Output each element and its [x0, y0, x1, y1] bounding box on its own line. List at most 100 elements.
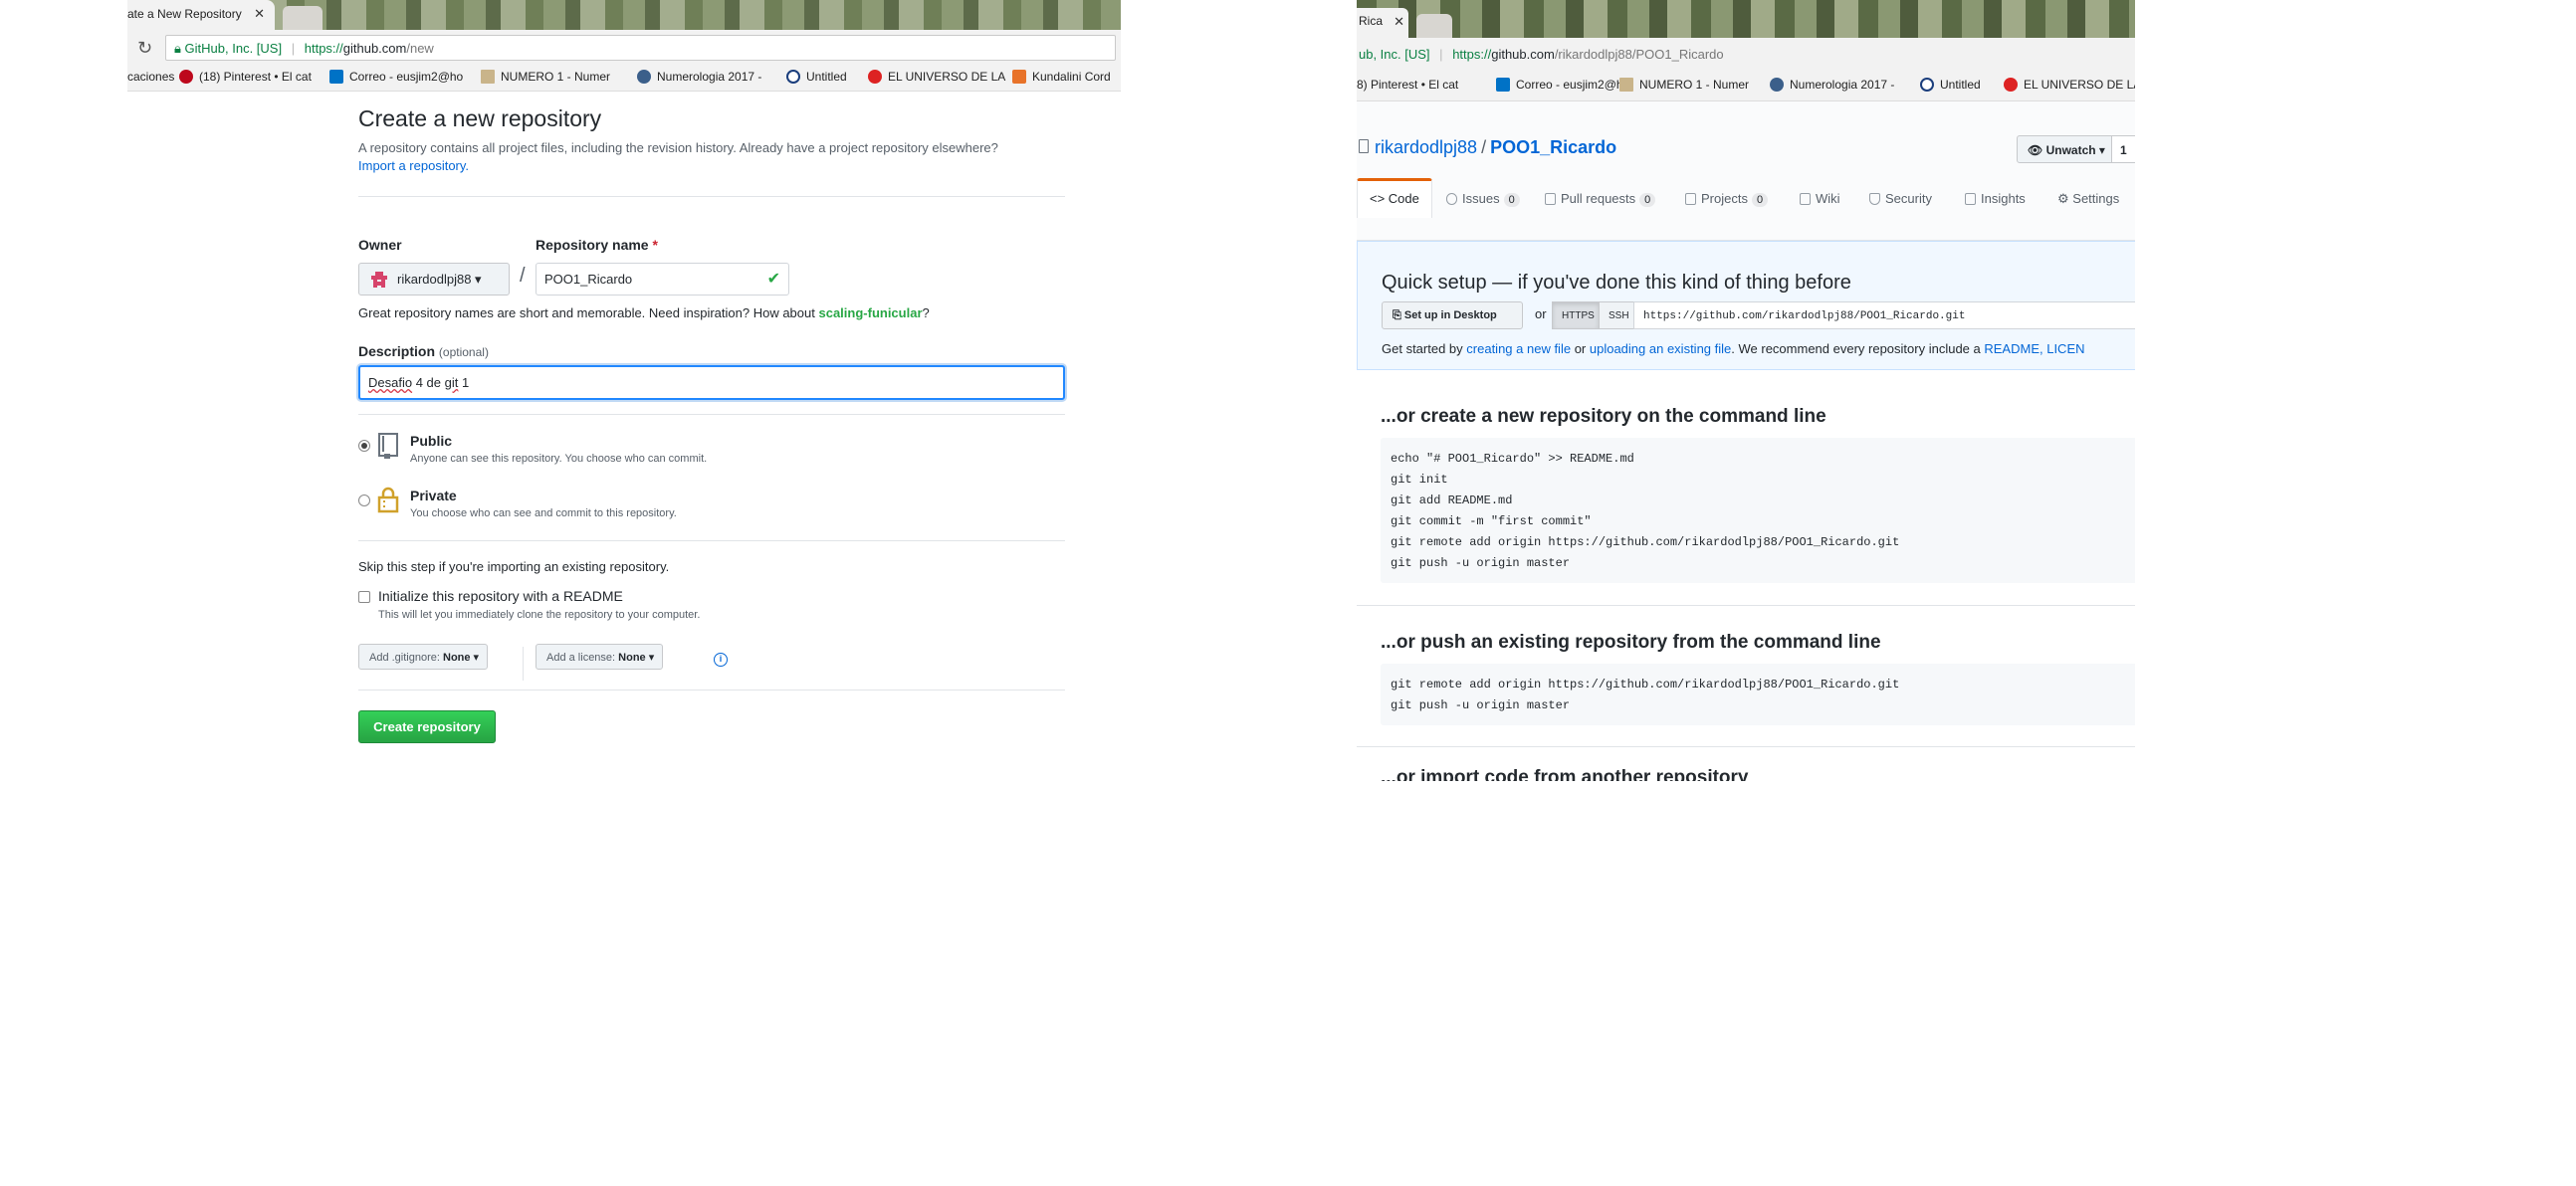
divider: [358, 196, 1065, 197]
description-input[interactable]: Desafio 4 de git 1: [358, 365, 1065, 400]
bookmark-icon: [1012, 70, 1026, 84]
watch-count[interactable]: 1: [2111, 135, 2135, 163]
bookmark-item[interactable]: Correo - eusjim2@ho: [1496, 78, 1629, 92]
repo-owner-link[interactable]: rikardodlpj88: [1375, 137, 1477, 157]
bookmark-item[interactable]: NUMERO 1 - Numer: [481, 70, 610, 84]
bookmarks-bar: 8) Pinterest • El cat Correo - eusjim2@h…: [1357, 70, 2135, 101]
repo-title: rikardodlpj88/POO1_Ricardo: [1375, 137, 1617, 157]
tab-strip: Rica ✕: [1357, 0, 2135, 38]
url-input[interactable]: 🔒︎ GitHub, Inc. [US] | https://github.co…: [165, 35, 1116, 61]
tab-strip: ate a New Repository ✕: [127, 0, 1121, 30]
setup-desktop-button[interactable]: ⎘ Set up in Desktop: [1382, 301, 1523, 329]
bookmark-item[interactable]: Untitled: [786, 70, 847, 84]
quick-setup-title: Quick setup — if you've done this kind o…: [1382, 272, 1851, 294]
get-started-text: Get started by creating a new file or up…: [1382, 341, 2085, 356]
tab-issues[interactable]: Issues 0: [1446, 178, 1520, 216]
close-icon[interactable]: ✕: [1394, 14, 1404, 30]
private-title: Private: [410, 488, 457, 503]
repo-header: rikardodlpj88/POO1_Ricardo 👁︎ Unwatch ▾ …: [1357, 101, 2135, 241]
init-readme-label[interactable]: Initialize this repository with a README: [378, 588, 623, 604]
private-note: You choose who can see and commit to thi…: [410, 507, 677, 519]
tab-wiki[interactable]: Wiki: [1800, 178, 1840, 216]
bookmark-item[interactable]: (18) Pinterest • El cat: [179, 70, 312, 84]
or-text: or: [1535, 306, 1547, 321]
avatar: [371, 272, 387, 288]
bookmark-item[interactable]: EL UNIVERSO DE LA: [868, 70, 1005, 84]
address-bar[interactable]: ub, Inc. [US] | https://github.com/rikar…: [1357, 38, 2135, 70]
owner-value: rikardodlpj88 ▾: [397, 272, 482, 287]
clone-url-input[interactable]: https://github.com/rikardodlpj88/POO1_Ri…: [1633, 301, 2135, 329]
repo-name-input[interactable]: POO1_Ricardo ✔: [536, 263, 789, 296]
unwatch-button[interactable]: 👁︎ Unwatch ▾: [2017, 135, 2112, 163]
close-icon[interactable]: ✕: [254, 6, 265, 22]
info-icon[interactable]: i: [714, 653, 728, 667]
address-bar: ↻ 🔒︎ GitHub, Inc. [US] | https://github.…: [127, 30, 1121, 66]
create-repository-button[interactable]: Create repository: [358, 710, 496, 743]
right-browser-window: Rica ✕ ub, Inc. [US] | https://github.co…: [1357, 0, 2135, 781]
bookmark-item[interactable]: EL UNIVERSO DE LA: [2004, 78, 2135, 92]
c-icon: [786, 70, 800, 84]
https-button[interactable]: HTTPS: [1552, 301, 1600, 329]
repo-icon: [378, 433, 398, 459]
tab-insights[interactable]: Insights: [1965, 178, 2026, 216]
cmdline-section-title: ...or create a new repository on the com…: [1381, 406, 1826, 427]
upload-file-link[interactable]: uploading an existing file: [1590, 341, 1731, 356]
push-section-title: ...or push an existing repository from t…: [1381, 632, 1881, 653]
issue-icon: [1446, 193, 1457, 205]
push-code-block[interactable]: git remote add origin https://github.com…: [1381, 664, 2135, 725]
url-path: /new: [406, 41, 434, 56]
shield-icon: [1869, 193, 1880, 205]
url-separator: |: [1439, 47, 1443, 62]
secure-label: ub, Inc. [US]: [1359, 47, 1430, 62]
c-icon: [1920, 78, 1934, 92]
browser-tab[interactable]: [283, 6, 322, 30]
divider: [1357, 605, 2135, 606]
page-title: Create a new repository: [358, 105, 602, 131]
browser-tab-active[interactable]: ate a New Repository ✕: [127, 0, 275, 30]
private-radio[interactable]: [358, 494, 370, 506]
tab-code[interactable]: <> Code: [1357, 178, 1432, 218]
url-path: /rikardodlpj88/POO1_Ricardo: [1554, 47, 1724, 62]
description-label: Description (optional): [358, 343, 489, 359]
divider: [358, 414, 1065, 415]
divider: [523, 647, 524, 681]
ssh-button[interactable]: SSH: [1599, 301, 1634, 329]
bookmark-item[interactable]: Numerologia 2017 -: [1770, 78, 1894, 92]
init-readme-checkbox[interactable]: [358, 591, 370, 603]
tab-pull-requests[interactable]: Pull requests 0: [1545, 178, 1656, 216]
secure-label: GitHub, Inc. [US]: [184, 41, 283, 56]
cmdline-code-block[interactable]: echo "# POO1_Ricardo" >> README.md git i…: [1381, 438, 2135, 583]
browser-tab-active[interactable]: Rica ✕: [1357, 8, 1408, 38]
url-scheme: https://: [1452, 47, 1492, 62]
tab-title: ate a New Repository: [127, 7, 242, 21]
bookmark-item[interactable]: Kundalini Cord: [1012, 70, 1111, 84]
gear-icon: ⚙: [2057, 191, 2073, 206]
public-radio[interactable]: [358, 440, 370, 452]
license-select[interactable]: Add a license: None ▾: [536, 644, 664, 670]
repo-icon: [1359, 139, 1369, 153]
import-repository-link[interactable]: Import a repository.: [358, 158, 469, 173]
reload-icon[interactable]: ↻: [137, 38, 152, 59]
owner-select[interactable]: rikardodlpj88 ▾: [358, 263, 510, 296]
bookmark-item[interactable]: caciones: [127, 70, 174, 84]
bookmark-item[interactable]: Correo - eusjim2@ho: [329, 70, 463, 84]
tab-settings[interactable]: ⚙ Settings: [2057, 178, 2119, 216]
tab-security[interactable]: Security: [1869, 178, 1932, 216]
repo-name-link[interactable]: POO1_Ricardo: [1490, 137, 1616, 157]
skip-text: Skip this step if you're importing an ex…: [358, 559, 670, 574]
repo-name-value: POO1_Ricardo: [544, 272, 633, 287]
browser-tab[interactable]: [1416, 14, 1452, 38]
name-suggestion-link[interactable]: scaling-funicular: [818, 305, 922, 320]
bookmark-item[interactable]: Numerologia 2017 -: [637, 70, 761, 84]
bookmark-item[interactable]: NUMERO 1 - Numer: [1619, 78, 1749, 92]
public-note: Anyone can see this repository. You choo…: [410, 453, 708, 465]
gitignore-select[interactable]: Add .gitignore: None ▾: [358, 644, 489, 670]
bookmark-item[interactable]: 8) Pinterest • El cat: [1357, 78, 1458, 92]
create-file-link[interactable]: creating a new file: [1466, 341, 1571, 356]
bookmark-item[interactable]: Untitled: [1920, 78, 1981, 92]
pinterest-icon: [179, 70, 193, 84]
bookmarks-bar: caciones (18) Pinterest • El cat Correo …: [127, 66, 1121, 92]
tab-projects[interactable]: Projects 0: [1685, 178, 1769, 216]
readme-license-link[interactable]: README, LICEN: [1984, 341, 2084, 356]
check-icon: ✔: [766, 271, 780, 288]
